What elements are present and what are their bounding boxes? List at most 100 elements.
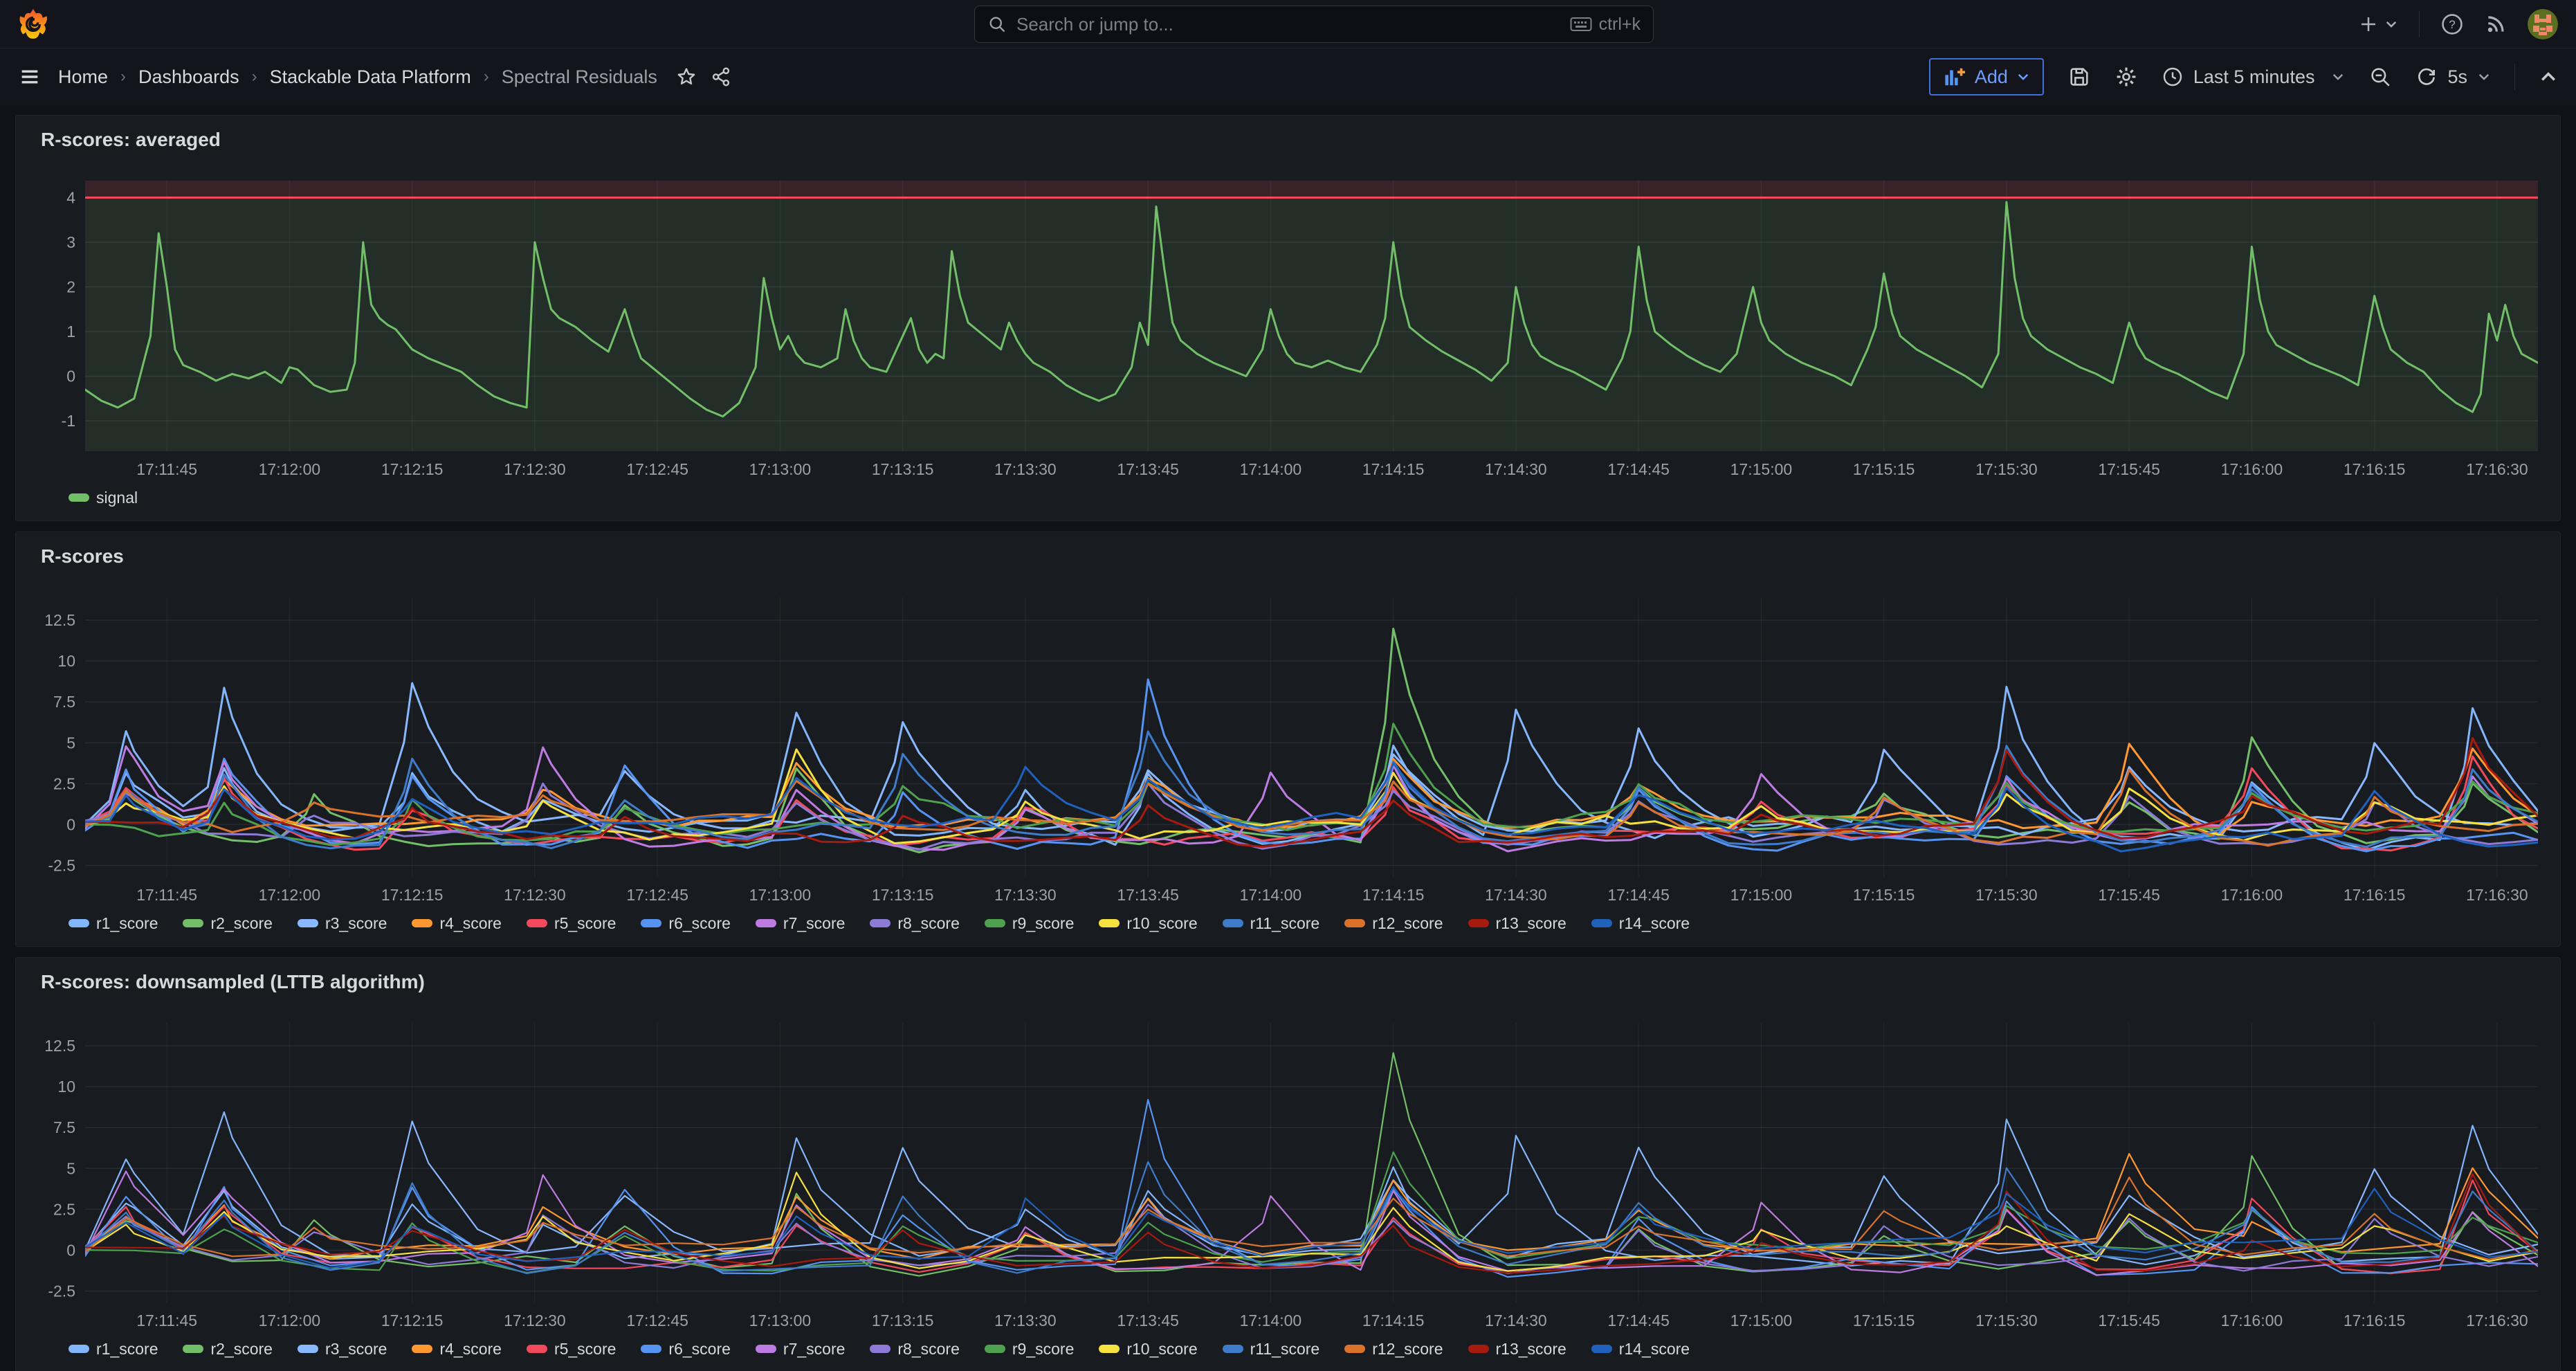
svg-text:17:15:15: 17:15:15 (1853, 886, 1915, 904)
hamburger-menu-icon (18, 65, 42, 89)
svg-text:17:13:45: 17:13:45 (1117, 886, 1179, 904)
svg-text:17:13:00: 17:13:00 (749, 1311, 812, 1329)
legend-label: r4_score (439, 914, 501, 933)
legend-item-r4_score[interactable]: r4_score (412, 914, 501, 933)
legend-swatch (527, 919, 547, 927)
breadcrumb: Home › Dashboards › Stackable Data Platf… (58, 66, 732, 88)
dashboard-settings-button[interactable] (2114, 65, 2138, 89)
svg-text:17:14:45: 17:14:45 (1607, 460, 1670, 478)
chart-legend: signal (31, 482, 2545, 514)
user-avatar[interactable] (2528, 9, 2558, 39)
legend-item-r2_score[interactable]: r2_score (183, 914, 272, 933)
panel-rscores: R-scores 12.5107.552.50-2.517:11:4517:12… (15, 532, 2561, 947)
legend-item-r6_score[interactable]: r6_score (641, 914, 730, 933)
legend-item-r12_score[interactable]: r12_score (1344, 1340, 1443, 1359)
svg-text:7.5: 7.5 (53, 1118, 75, 1136)
legend-swatch (1468, 919, 1489, 927)
breadcrumb-home[interactable]: Home (58, 66, 108, 88)
svg-text:17:12:15: 17:12:15 (381, 460, 444, 478)
svg-text:17:15:45: 17:15:45 (2098, 886, 2160, 904)
svg-text:2.5: 2.5 (53, 1200, 75, 1218)
svg-text:17:13:30: 17:13:30 (994, 1311, 1057, 1329)
svg-text:17:13:00: 17:13:00 (749, 460, 812, 478)
favorite-button[interactable] (675, 66, 697, 88)
legend-item-signal[interactable]: signal (68, 489, 138, 507)
chart-svg: 12.5107.552.50-2.517:11:4517:12:0017:12:… (31, 586, 2545, 907)
help-button[interactable]: ? (2440, 12, 2464, 36)
svg-text:17:14:00: 17:14:00 (1240, 886, 1302, 904)
legend-item-r8_score[interactable]: r8_score (870, 914, 959, 933)
legend-item-r9_score[interactable]: r9_score (985, 914, 1074, 933)
panel-title[interactable]: R-scores (31, 545, 2545, 568)
legend-label: r14_score (1619, 914, 1690, 933)
timeseries-chart[interactable]: 12.5107.552.50-2.517:11:4517:12:0017:12:… (31, 1012, 2545, 1333)
timeseries-chart[interactable]: 43210-117:11:4517:12:0017:12:1517:12:301… (31, 170, 2545, 482)
save-dashboard-button[interactable] (2067, 65, 2091, 89)
svg-text:-1: -1 (62, 412, 75, 430)
grafana-logo[interactable] (18, 8, 50, 41)
breadcrumb-folder[interactable]: Stackable Data Platform (270, 66, 471, 88)
legend-item-r7_score[interactable]: r7_score (756, 914, 845, 933)
legend-swatch (298, 919, 318, 927)
legend-item-r13_score[interactable]: r13_score (1468, 1340, 1566, 1359)
refresh-button[interactable]: 5s (2415, 66, 2491, 88)
legend-item-r7_score[interactable]: r7_score (756, 1340, 845, 1359)
legend-swatch (1223, 1345, 1243, 1353)
legend-item-r8_score[interactable]: r8_score (870, 1340, 959, 1359)
legend-item-r1_score[interactable]: r1_score (68, 1340, 158, 1359)
legend-item-r11_score[interactable]: r11_score (1223, 914, 1320, 933)
avatar-image (2528, 9, 2558, 39)
new-menu-button[interactable] (2358, 14, 2398, 35)
legend-item-r3_score[interactable]: r3_score (298, 1340, 387, 1359)
legend-item-r14_score[interactable]: r14_score (1591, 914, 1690, 933)
svg-text:17:16:15: 17:16:15 (2344, 1311, 2406, 1329)
legend-item-r12_score[interactable]: r12_score (1344, 914, 1443, 933)
legend-item-r9_score[interactable]: r9_score (985, 1340, 1074, 1359)
chevron-down-icon (2384, 17, 2398, 31)
panel-title[interactable]: R-scores: averaged (31, 128, 2545, 152)
legend-item-r6_score[interactable]: r6_score (641, 1340, 730, 1359)
svg-text:17:13:15: 17:13:15 (872, 460, 934, 478)
legend-swatch (527, 1345, 547, 1353)
time-range-picker[interactable]: Last 5 minutes (2162, 66, 2346, 88)
search-input[interactable]: Search or jump to... ctrl+k (974, 6, 1654, 43)
svg-text:17:16:30: 17:16:30 (2466, 886, 2528, 904)
svg-text:17:15:45: 17:15:45 (2098, 460, 2160, 478)
legend-item-r2_score[interactable]: r2_score (183, 1340, 272, 1359)
svg-text:17:14:30: 17:14:30 (1485, 886, 1547, 904)
kiosk-mode-button[interactable] (2539, 67, 2558, 87)
svg-text:2.5: 2.5 (53, 774, 75, 792)
news-button[interactable] (2485, 13, 2507, 35)
svg-text:17:12:30: 17:12:30 (504, 1311, 566, 1329)
legend-item-r5_score[interactable]: r5_score (527, 1340, 616, 1359)
mega-menu-toggle[interactable] (18, 65, 42, 89)
legend-item-r11_score[interactable]: r11_score (1223, 1340, 1320, 1359)
plus-icon (2358, 14, 2379, 35)
legend-label: r13_score (1496, 1340, 1566, 1359)
legend-item-r1_score[interactable]: r1_score (68, 914, 158, 933)
breadcrumb-dashboards[interactable]: Dashboards (138, 66, 239, 88)
legend-item-r3_score[interactable]: r3_score (298, 914, 387, 933)
svg-text:17:12:00: 17:12:00 (259, 460, 321, 478)
svg-text:17:14:15: 17:14:15 (1362, 886, 1425, 904)
legend-item-r13_score[interactable]: r13_score (1468, 914, 1566, 933)
bar-chart-plus-icon (1943, 66, 1966, 87)
legend-label: r8_score (897, 1340, 959, 1359)
legend-item-r14_score[interactable]: r14_score (1591, 1340, 1690, 1359)
svg-text:4: 4 (66, 189, 75, 207)
svg-text:-2.5: -2.5 (48, 856, 75, 874)
legend-label: r3_score (325, 1340, 387, 1359)
timeseries-chart[interactable]: 12.5107.552.50-2.517:11:4517:12:0017:12:… (31, 586, 2545, 907)
legend-item-r4_score[interactable]: r4_score (412, 1340, 501, 1359)
legend-item-r5_score[interactable]: r5_score (527, 914, 616, 933)
legend-swatch (641, 1345, 661, 1353)
legend-item-r10_score[interactable]: r10_score (1099, 914, 1197, 933)
svg-text:?: ? (2449, 17, 2455, 30)
svg-text:17:16:00: 17:16:00 (2221, 460, 2283, 478)
add-panel-button[interactable]: Add (1929, 58, 2044, 96)
legend-item-r10_score[interactable]: r10_score (1099, 1340, 1197, 1359)
zoom-out-time-button[interactable] (2368, 65, 2392, 89)
share-button[interactable] (710, 66, 732, 88)
panel-title[interactable]: R-scores: downsampled (LTTB algorithm) (31, 970, 2545, 994)
svg-text:17:13:30: 17:13:30 (994, 460, 1057, 478)
